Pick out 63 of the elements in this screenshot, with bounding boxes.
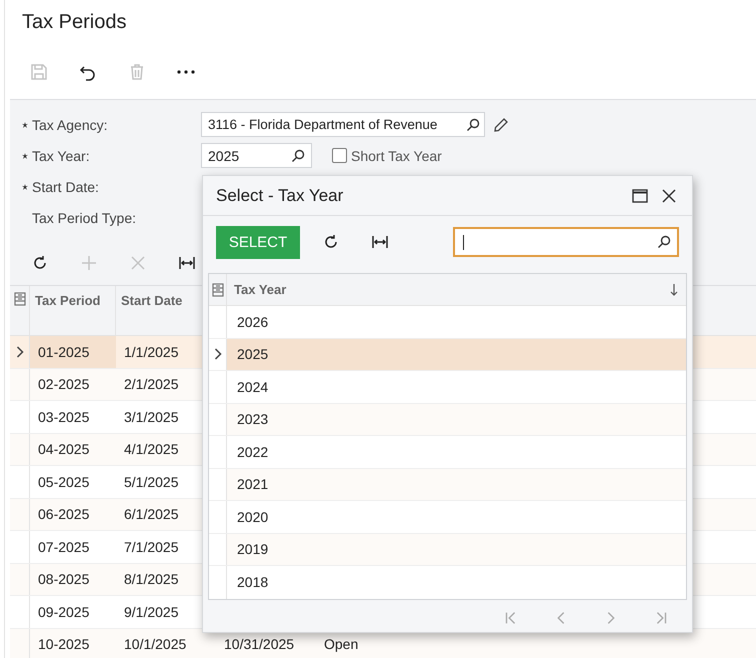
- table-cell-text: 04-2025: [37, 440, 90, 460]
- checkbox-label: Short Tax Year: [351, 148, 442, 164]
- field-label: Start Date:: [32, 178, 100, 194]
- page-title: Tax Periods: [21, 10, 128, 35]
- table-cell-text: 5/1/2025: [123, 472, 180, 492]
- table-cell-text: 4/1/2025: [123, 440, 180, 460]
- column-settings-icon[interactable]: [14, 292, 26, 306]
- tax-agency-field[interactable]: 3116 - Florida Department of Revenue: [201, 112, 485, 137]
- table-cell-text: 08-2025: [37, 570, 90, 590]
- column-header[interactable]: Tax Period: [30, 286, 116, 335]
- table-cell-text: 1/1/2025: [123, 342, 180, 362]
- maximize-icon[interactable]: [632, 188, 648, 202]
- close-icon[interactable]: [662, 188, 676, 202]
- table-cell-text: 10-2025: [37, 635, 90, 654]
- table-cell-text: 6/1/2025: [123, 505, 180, 524]
- table-cell-text: 10/1/2025: [123, 635, 188, 654]
- table-cell-text: 06-2025: [37, 505, 90, 524]
- selected-row[interactable]: 2025: [209, 338, 686, 371]
- table-cell-text: 8/1/2025: [123, 570, 180, 590]
- table-cell-text: 2026: [236, 312, 268, 332]
- table-cell-text: 07-2025: [37, 538, 90, 557]
- table-cell-text: 02-2025: [37, 375, 90, 394]
- table-row[interactable]: 2024: [209, 371, 686, 404]
- field-label: Tax Period Type:: [32, 210, 138, 226]
- table-cell-text: 09-2025: [37, 602, 90, 622]
- table-row[interactable]: 2019: [209, 534, 686, 566]
- table-cell-text: 10/31/2025: [223, 635, 296, 654]
- chevron-icon: [214, 348, 222, 360]
- tax-year-field[interactable]: 2025: [201, 143, 312, 168]
- table-row[interactable]: 2021: [209, 468, 686, 501]
- field-label: Tax Agency:: [32, 116, 108, 132]
- search-icon[interactable]: [291, 148, 305, 162]
- table-cell-text: 03-2025: [37, 408, 90, 427]
- table-row[interactable]: 2022: [209, 436, 686, 468]
- sort-arrow-icon[interactable]: [670, 284, 678, 296]
- table-cell-text: 2019: [236, 540, 268, 560]
- search-field[interactable]: [453, 227, 679, 257]
- search-icon[interactable]: [466, 118, 480, 132]
- table-cell-text: 2022: [236, 442, 268, 462]
- table-cell-text: Open: [323, 635, 360, 654]
- column-settings-icon[interactable]: [212, 282, 224, 296]
- table-cell-text: 2021: [236, 475, 268, 494]
- dialog-title: Select - Tax Year: [216, 186, 344, 206]
- checkbox[interactable]: [332, 148, 347, 163]
- more-icon[interactable]: [176, 69, 196, 75]
- table-cell: 01-2025: [30, 336, 116, 368]
- pencil-icon[interactable]: [493, 116, 509, 132]
- table-row[interactable]: 2026: [209, 306, 686, 338]
- table-cell-text: 2025: [236, 345, 268, 364]
- chevron-icon: [16, 346, 24, 358]
- table-cell-text: 2/1/2025: [123, 375, 180, 394]
- table-cell-text: 9/1/2025: [123, 602, 180, 622]
- table-cell-text: 3/1/2025: [123, 408, 180, 427]
- field-label: Tax Year:: [32, 148, 91, 164]
- table-row[interactable]: 2020: [209, 501, 686, 534]
- table-cell-text: 05-2025: [37, 472, 90, 492]
- table-cell-text: 2023: [236, 410, 268, 430]
- search-icon[interactable]: [657, 235, 671, 249]
- table-cell-text: 2024: [236, 378, 268, 397]
- table-cell-text: 2020: [236, 508, 268, 527]
- table-row[interactable]: 2023: [209, 404, 686, 436]
- table-cell-text: 7/1/2025: [123, 538, 180, 557]
- table-cell-text: 2018: [236, 573, 268, 592]
